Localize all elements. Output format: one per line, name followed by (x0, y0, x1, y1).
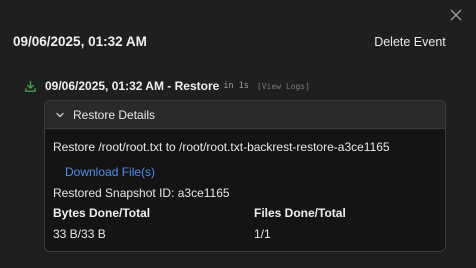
files-header: Files Done/Total (254, 206, 346, 220)
close-icon (450, 9, 462, 21)
chevron-down-icon (56, 112, 64, 117)
close-button[interactable] (447, 6, 465, 24)
bytes-header: Bytes Done/Total (53, 206, 151, 220)
files-value: 1/1 (254, 227, 271, 241)
download-icon (25, 80, 36, 92)
restore-details-header[interactable]: Restore Details (45, 101, 445, 129)
operation-title: 09/06/2025, 01:32 AM - Restore (45, 79, 220, 93)
snapshot-id-text: Restored Snapshot ID: a3ce1165 (53, 186, 230, 200)
operation-duration: in 1s (223, 81, 249, 91)
delete-event-button[interactable]: Delete Event (368, 32, 452, 52)
download-files-link[interactable]: Download File(s) (65, 163, 155, 181)
restore-details-label: Restore Details (73, 107, 156, 122)
bytes-value: 33 B/33 B (53, 227, 106, 241)
view-logs-link[interactable]: [View Logs] (257, 82, 310, 91)
restore-path-text: Restore /root/root.txt to /root/root.txt… (53, 140, 390, 154)
modal-title: 09/06/2025, 01:32 AM (13, 34, 147, 49)
operation-row: 09/06/2025, 01:32 AM - Restore in 1s [Vi… (24, 78, 310, 94)
restore-details-body: Restore /root/root.txt to /root/root.txt… (45, 129, 445, 251)
restore-details-panel: Restore Details Restore /root/root.txt t… (44, 100, 446, 252)
